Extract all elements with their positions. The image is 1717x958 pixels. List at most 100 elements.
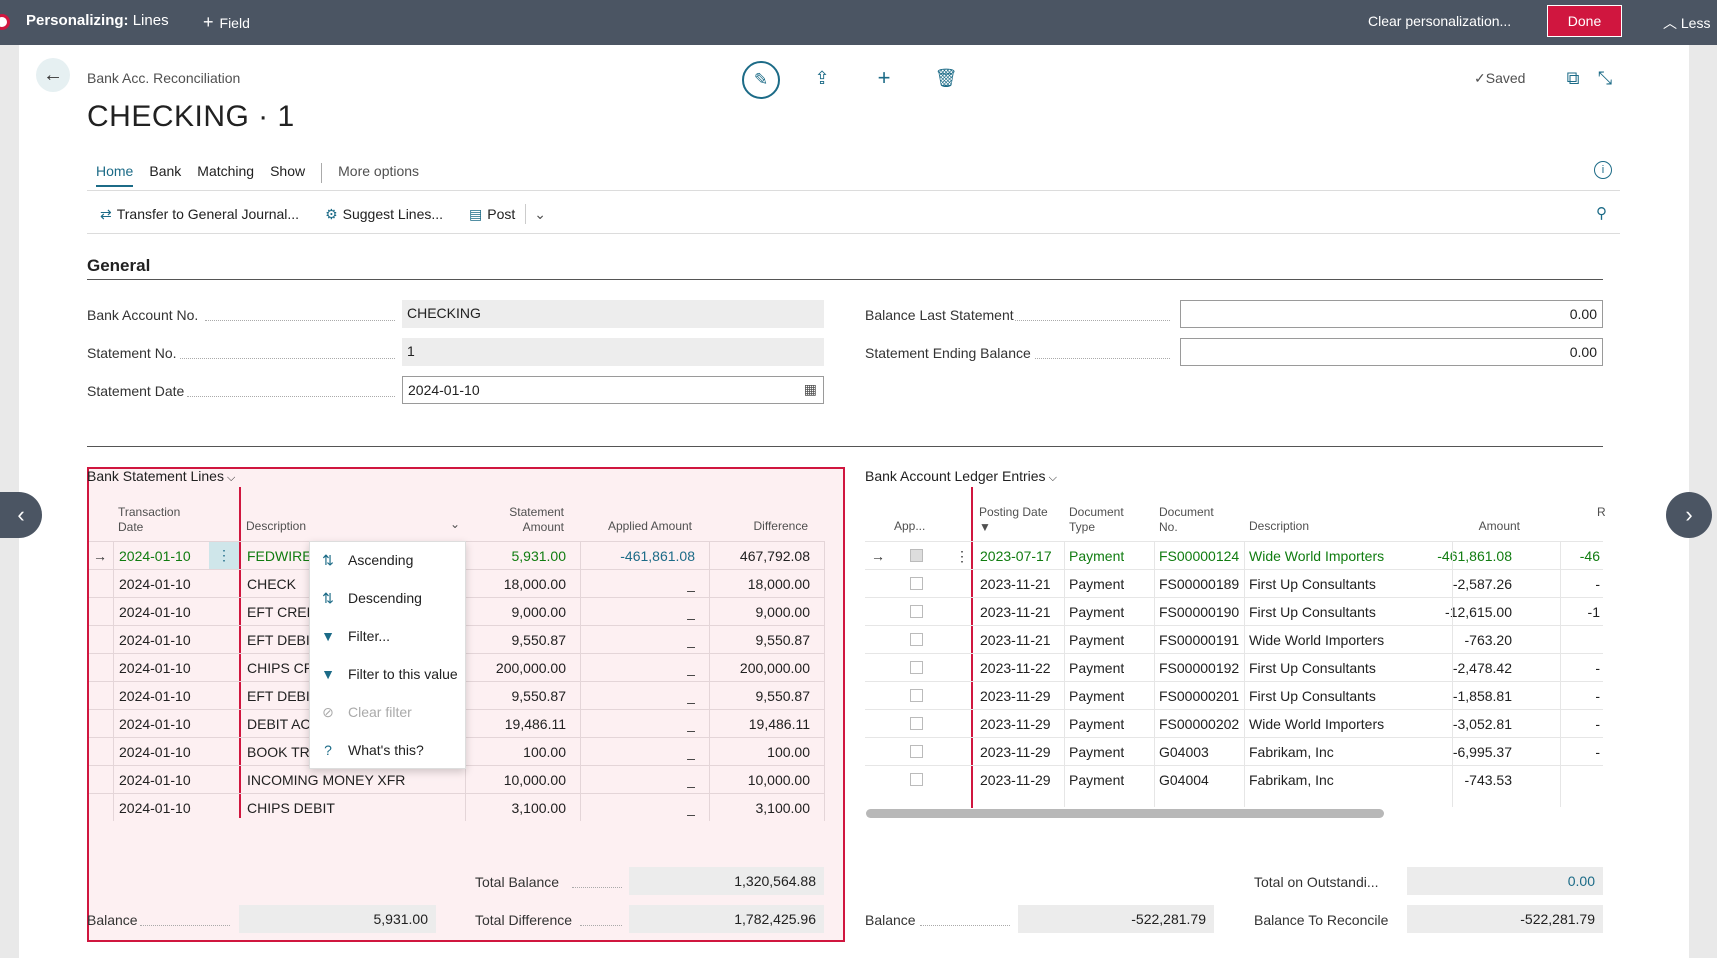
applied-amount-cell[interactable]: _ <box>589 688 695 704</box>
statement-amount-cell[interactable]: 200,000.00 <box>469 660 566 676</box>
description-cell[interactable]: First Up Consultants <box>1249 576 1376 592</box>
applied-amount-cell[interactable]: -461,861.08 <box>589 548 695 564</box>
statement-ending-balance-field[interactable]: 0.00 <box>1180 338 1603 366</box>
posting-date-cell[interactable]: 2023-11-29 <box>980 772 1051 788</box>
table-row[interactable]: → ⋮ 2023-07-17 Payment FS00000124 Wide World … <box>865 541 1603 569</box>
posting-date-cell[interactable]: 2023-11-29 <box>980 744 1051 760</box>
menu-item-filter[interactable]: ▼ Filter... <box>310 619 467 653</box>
column-header-description[interactable]: Description <box>246 519 306 534</box>
amount-cell[interactable]: -3,052.81 <box>1420 716 1512 732</box>
transaction-date-cell[interactable]: 2024-01-10 <box>119 632 191 648</box>
description-cell[interactable]: Wide World Importers <box>1249 548 1384 564</box>
menu-item-ascending[interactable]: ⇅ Ascending <box>310 543 467 577</box>
applied-amount-cell[interactable]: _ <box>589 604 695 620</box>
calendar-icon[interactable]: ▦ <box>804 381 817 398</box>
more-actions-chevron-icon[interactable]: ⌄ <box>534 206 546 223</box>
table-row[interactable]: 2024-01-10 CHIPS DEBIT 3,100.00 _ 3,100.00 <box>89 793 825 821</box>
applied-checkbox[interactable] <box>910 717 923 730</box>
clear-personalization-button[interactable]: Clear personalization... <box>1368 13 1511 29</box>
description-cell[interactable]: First Up Consultants <box>1249 660 1376 676</box>
statement-amount-cell[interactable]: 100.00 <box>469 744 566 760</box>
document-type-cell[interactable]: Payment <box>1069 772 1124 788</box>
table-row[interactable]: 2023-11-29 Payment FS00000202 Wide World Im… <box>865 709 1603 737</box>
collapse-button[interactable]: ⤡ <box>1588 61 1622 95</box>
amount-cell[interactable]: -2,478.42 <box>1420 660 1512 676</box>
posting-date-cell[interactable]: 2023-11-29 <box>980 716 1051 732</box>
statement-amount-cell[interactable]: 9,550.87 <box>469 632 567 648</box>
applied-checkbox[interactable] <box>910 689 923 702</box>
document-no-cell[interactable]: FS00000190 <box>1159 604 1239 620</box>
amount-cell[interactable]: -2,587.26 <box>1420 576 1512 592</box>
description-cell[interactable]: INCOMING MONEY XFR <box>247 772 447 788</box>
document-no-cell[interactable]: FS00000202 <box>1159 716 1239 732</box>
less-button[interactable]: ︿ Less <box>1663 13 1710 33</box>
amount-cell[interactable]: -6,995.37 <box>1420 744 1512 760</box>
applied-amount-cell[interactable]: _ <box>589 716 695 732</box>
posting-date-cell[interactable]: 2023-11-29 <box>980 688 1051 704</box>
total-outstanding-value[interactable]: 0.00 <box>1407 867 1603 895</box>
applied-checkbox[interactable] <box>910 745 923 758</box>
document-type-cell[interactable]: Payment <box>1069 548 1124 564</box>
add-field-button[interactable]: + Field <box>203 12 250 33</box>
menu-item-descending[interactable]: ⇅ Descending <box>310 581 467 615</box>
document-type-cell[interactable]: Payment <box>1069 716 1124 732</box>
description-cell[interactable]: Fabrikam, Inc <box>1249 772 1334 788</box>
description-cell[interactable]: First Up Consultants <box>1249 604 1376 620</box>
amount-cell[interactable]: -763.20 <box>1420 632 1512 648</box>
applied-checkbox[interactable] <box>910 577 923 590</box>
statement-amount-cell[interactable]: 19,486.11 <box>469 716 566 732</box>
column-header-applied[interactable]: App... <box>894 519 925 534</box>
column-header-transaction-date[interactable]: Transaction Date <box>118 505 180 535</box>
tab-bank[interactable]: Bank <box>149 163 181 187</box>
column-header-difference[interactable]: Difference <box>700 519 808 534</box>
posting-date-cell[interactable]: 2023-11-21 <box>980 632 1051 648</box>
posting-date-cell[interactable]: 2023-07-17 <box>980 548 1052 564</box>
posting-date-cell[interactable]: 2023-11-22 <box>980 660 1051 676</box>
column-header-posting-date[interactable]: Posting Date ▼ <box>979 505 1048 535</box>
column-header-document-type[interactable]: Document Type <box>1069 505 1124 535</box>
description-cell[interactable]: Wide World Importers <box>1249 716 1384 732</box>
posting-date-cell[interactable]: 2023-11-21 <box>980 576 1051 592</box>
row-actions-button[interactable]: ⋮ <box>209 542 239 569</box>
tab-show[interactable]: Show <box>270 163 305 187</box>
statement-amount-cell[interactable]: 3,100.00 <box>469 800 567 816</box>
posting-date-cell[interactable]: 2023-11-21 <box>980 604 1051 620</box>
document-type-cell[interactable]: Payment <box>1069 604 1124 620</box>
transaction-date-cell[interactable]: 2024-01-10 <box>119 660 191 676</box>
document-no-cell[interactable]: G04003 <box>1159 744 1209 760</box>
done-button[interactable]: Done <box>1547 5 1622 37</box>
description-cell[interactable]: Fabrikam, Inc <box>1249 744 1334 760</box>
document-type-cell[interactable]: Payment <box>1069 744 1124 760</box>
statement-amount-cell[interactable]: 5,931.00 <box>469 548 567 564</box>
document-type-cell[interactable]: Payment <box>1069 660 1124 676</box>
document-no-cell[interactable]: FS00000192 <box>1159 660 1239 676</box>
bank-statement-lines-title[interactable]: Bank Statement Lines ⌵ <box>87 468 235 485</box>
document-no-cell[interactable]: FS00000201 <box>1159 688 1239 704</box>
column-header-applied-amount[interactable]: Applied Amount <box>590 519 692 534</box>
amount-cell[interactable]: -12,615.00 <box>1420 604 1512 620</box>
statement-amount-cell[interactable]: 10,000.00 <box>469 772 566 788</box>
document-type-cell[interactable]: Payment <box>1069 688 1124 704</box>
document-type-cell[interactable]: Payment <box>1069 632 1124 648</box>
applied-amount-cell[interactable]: _ <box>589 632 695 648</box>
applied-amount-cell[interactable]: _ <box>589 772 695 788</box>
remaining-amount-cell[interactable]: -46 <box>1560 548 1600 564</box>
balance-last-statement-field[interactable]: 0.00 <box>1180 300 1603 328</box>
row-actions-button[interactable]: ⋮ <box>955 548 969 565</box>
ledger-entries-title[interactable]: Bank Account Ledger Entries ⌵ <box>865 468 1057 485</box>
post-button[interactable]: ▤ Post <box>469 206 515 223</box>
applied-checkbox[interactable] <box>910 773 923 786</box>
transaction-date-cell[interactable]: 2024-01-10 <box>119 772 191 788</box>
new-button[interactable]: + <box>867 61 901 95</box>
statement-amount-cell[interactable]: 18,000.00 <box>469 576 566 592</box>
transaction-date-cell[interactable]: 2024-01-10 <box>119 548 191 564</box>
description-cell[interactable]: First Up Consultants <box>1249 688 1376 704</box>
applied-amount-cell[interactable]: _ <box>589 660 695 676</box>
statement-amount-cell[interactable]: 9,000.00 <box>469 604 567 620</box>
applied-checkbox[interactable] <box>910 549 923 562</box>
transaction-date-cell[interactable]: 2024-01-10 <box>119 800 191 816</box>
applied-checkbox[interactable] <box>910 633 923 646</box>
table-row[interactable]: 2023-11-29 Payment FS00000201 First Up Cons… <box>865 681 1603 709</box>
applied-amount-cell[interactable]: _ <box>589 744 695 760</box>
menu-item-filter-to-value[interactable]: ▼ Filter to this value <box>310 657 467 691</box>
